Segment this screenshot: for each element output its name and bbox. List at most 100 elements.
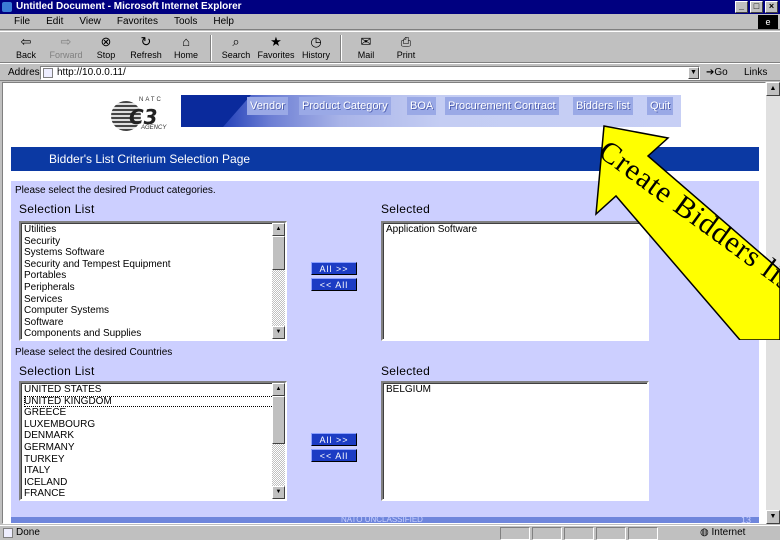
list-item[interactable]: UNITED STATES xyxy=(24,384,285,396)
title-bar: Untitled Document - Microsoft Internet E… xyxy=(0,0,780,14)
page-title: Bidder's List Criterium Selection Page xyxy=(49,152,251,166)
product-remove-all-button[interactable]: << All xyxy=(311,278,357,291)
page-number: 13 xyxy=(740,515,751,524)
nav-vendor[interactable]: Vendor xyxy=(247,97,288,115)
nav-boa[interactable]: BOA xyxy=(407,97,437,115)
minimize-button[interactable]: _ xyxy=(735,1,748,13)
list-item[interactable]: Services xyxy=(24,294,285,306)
list-item[interactable]: FRANCE xyxy=(24,488,285,499)
status-zone: ◍ Internet xyxy=(700,527,746,538)
product-selection-list[interactable]: Utilities Security Systems Software Securit… xyxy=(19,221,287,341)
list-item[interactable]: ICELAND xyxy=(24,477,285,489)
search-icon: ⌕ xyxy=(232,34,240,49)
product-add-all-button[interactable]: All >> xyxy=(311,262,357,275)
page-scrollbar[interactable]: ▲ ▼ xyxy=(766,82,780,524)
status-page-icon xyxy=(3,528,13,538)
list-item[interactable]: Portables xyxy=(24,270,285,282)
scroll-down-icon[interactable]: ▼ xyxy=(272,326,285,339)
scroll-thumb[interactable] xyxy=(272,236,285,270)
list-item[interactable]: UNITED KINGDOM xyxy=(24,395,274,408)
window-title: Untitled Document - Microsoft Internet E… xyxy=(16,1,242,12)
home-button[interactable]: ⌂ Home xyxy=(166,32,206,62)
address-bar: Address http://10.0.0.11/ ▼ ➔Go Links xyxy=(0,63,780,81)
toolbar-separator xyxy=(340,35,342,61)
nav-procurement-contract[interactable]: Procurement Contract xyxy=(445,97,559,115)
toolbar: ⇦ Back ⇨ Forward ⊗ Stop ↻ Refresh ⌂ Home ⌕ Sea… xyxy=(0,31,780,63)
page-icon xyxy=(43,68,53,78)
stop-icon: ⊗ xyxy=(100,34,112,49)
product-selected-header: Selected xyxy=(381,202,431,216)
list-item[interactable]: Software xyxy=(24,317,285,329)
header-notch xyxy=(181,95,251,127)
mail-button[interactable]: ✉ Mail xyxy=(346,32,386,62)
list-item[interactable]: Security xyxy=(24,236,285,248)
menu-bar: File Edit View Favorites Tools Help xyxy=(0,14,780,30)
search-button[interactable]: ⌕ Search xyxy=(216,32,256,62)
scroll-thumb[interactable] xyxy=(272,396,285,444)
scroll-up-icon[interactable]: ▲ xyxy=(766,82,780,96)
address-input[interactable]: http://10.0.0.11/ xyxy=(40,66,700,80)
status-cell xyxy=(564,527,594,540)
list-item[interactable]: Systems Software xyxy=(24,247,285,259)
history-button[interactable]: ◷ History xyxy=(296,32,336,62)
selection-panel: Please select the desired Product catego… xyxy=(11,181,759,523)
go-button[interactable]: ➔Go xyxy=(706,67,728,78)
address-url: http://10.0.0.11/ xyxy=(57,67,126,78)
forward-button[interactable]: ⇨ Forward xyxy=(46,32,86,62)
menu-favorites[interactable]: Favorites xyxy=(117,14,158,29)
classification-text: NATO UNCLASSIFIED xyxy=(341,515,423,524)
favorites-button[interactable]: ★ Favorites xyxy=(256,32,296,62)
list-item[interactable]: Application Software xyxy=(386,224,647,236)
list-item[interactable]: Security and Tempest Equipment xyxy=(24,259,285,271)
scroll-up-icon[interactable]: ▲ xyxy=(272,223,285,236)
menu-tools[interactable]: Tools xyxy=(174,14,197,29)
ie-throbber-icon: e xyxy=(758,15,778,29)
country-selection-list[interactable]: UNITED STATES UNITED KINGDOM GREECE LUXEMBO… xyxy=(19,381,287,501)
product-selected-list[interactable]: Application Software xyxy=(381,221,649,341)
nc3a-logo: NATC C3 AGENCY xyxy=(109,95,183,135)
close-button[interactable]: × xyxy=(765,1,778,13)
list-item[interactable]: ITALY xyxy=(24,465,285,477)
nav-product-category[interactable]: Product Category xyxy=(299,97,391,115)
print-button[interactable]: ⎙ Print xyxy=(386,32,426,62)
history-icon: ◷ xyxy=(310,34,322,49)
back-button[interactable]: ⇦ Back xyxy=(6,32,46,62)
country-list-scrollbar[interactable]: ▲ ▼ xyxy=(272,383,285,499)
menu-view[interactable]: View xyxy=(79,14,101,29)
product-prompt: Please select the desired Product catego… xyxy=(15,185,216,196)
status-cell xyxy=(628,527,658,540)
list-item[interactable]: DENMARK xyxy=(24,430,285,442)
mail-icon: ✉ xyxy=(360,34,372,49)
favorites-icon: ★ xyxy=(270,34,282,49)
list-item[interactable]: Peripherals xyxy=(24,282,285,294)
list-item[interactable]: LUXEMBOURG xyxy=(24,419,285,431)
country-remove-all-button[interactable]: << All xyxy=(311,449,357,462)
home-icon: ⌂ xyxy=(182,34,190,49)
list-item[interactable]: GREECE xyxy=(24,407,285,419)
links-button[interactable]: Links xyxy=(744,67,767,78)
menu-edit[interactable]: Edit xyxy=(46,14,63,29)
status-cell xyxy=(596,527,626,540)
maximize-button[interactable]: □ xyxy=(750,1,763,13)
list-item[interactable]: Utilities xyxy=(24,224,285,236)
country-selected-list[interactable]: BELGIUM xyxy=(381,381,649,501)
menu-file[interactable]: File xyxy=(14,14,30,29)
list-item[interactable]: TURKEY xyxy=(24,454,285,466)
address-dropdown-icon[interactable]: ▼ xyxy=(688,67,699,79)
list-item[interactable]: Components and Supplies xyxy=(24,328,285,339)
refresh-button[interactable]: ↻ Refresh xyxy=(126,32,166,62)
list-item[interactable]: Computer Systems xyxy=(24,305,285,317)
menu-help[interactable]: Help xyxy=(213,14,234,29)
list-item[interactable]: BELGIUM xyxy=(386,384,647,396)
stop-button[interactable]: ⊗ Stop xyxy=(86,32,126,62)
scroll-down-icon[interactable]: ▼ xyxy=(272,486,285,499)
nav-quit[interactable]: Quit xyxy=(647,97,674,115)
scroll-down-icon[interactable]: ▼ xyxy=(766,510,780,524)
nav-bidders-list[interactable]: Bidders list xyxy=(573,97,633,115)
list-item[interactable]: GERMANY xyxy=(24,442,285,454)
product-list-scrollbar[interactable]: ▲ ▼ xyxy=(272,223,285,339)
status-cell xyxy=(500,527,530,540)
scroll-up-icon[interactable]: ▲ xyxy=(272,383,285,396)
page-content: NATC C3 AGENCY Vendor Product Category B… xyxy=(2,82,766,524)
country-add-all-button[interactable]: All >> xyxy=(311,433,357,446)
